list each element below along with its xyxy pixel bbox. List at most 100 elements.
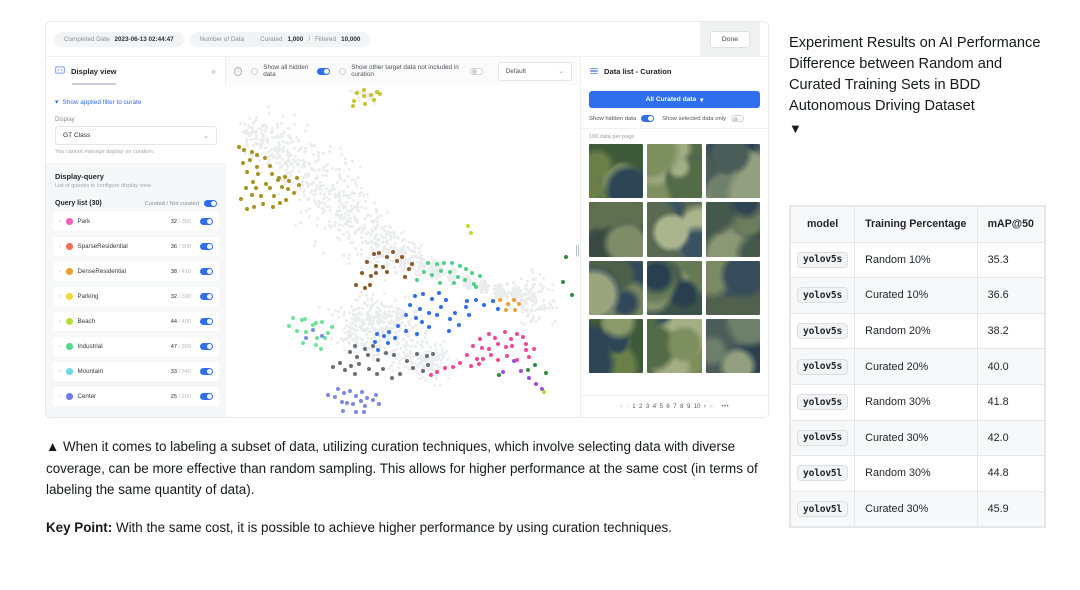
query-toggle[interactable] (200, 218, 213, 225)
scatter-point (339, 153, 343, 157)
data-thumbnail[interactable] (647, 144, 702, 199)
show-hidden-data-toggle[interactable] (641, 115, 655, 122)
panel-resize-handle[interactable] (575, 245, 579, 257)
chevron-right-icon[interactable]: › (59, 369, 61, 375)
scatter-point (304, 174, 308, 178)
scatter-point (526, 375, 531, 380)
pagination-page-2[interactable]: 2 (639, 404, 642, 410)
pagination-page-1[interactable]: 1 (632, 404, 635, 410)
query-list-item[interactable]: › Industrial 47 / 390 (53, 337, 219, 356)
scatter-point (269, 131, 273, 135)
query-list-item[interactable]: › Center 25 / 260 (53, 387, 219, 406)
pagination-page-4[interactable]: 4 (653, 404, 656, 410)
pagination-prev[interactable]: ‹ (627, 404, 629, 410)
data-thumbnail[interactable] (705, 318, 760, 374)
chevron-down-icon: ▾ (700, 96, 704, 104)
scatter-point (506, 295, 510, 299)
scatter-plot-canvas[interactable] (226, 85, 580, 417)
data-thumbnail[interactable] (647, 260, 702, 315)
table-row: yolov5s Curated 30% 42.0 (789, 419, 1046, 457)
scatter-point (367, 316, 371, 320)
query-toggle[interactable] (200, 243, 213, 250)
scatter-point (413, 249, 416, 253)
curated-master-toggle[interactable] (204, 200, 217, 207)
all-curated-data-label: All Curated data (645, 96, 697, 103)
pagination-page-5[interactable]: 5 (660, 404, 663, 410)
pagination-more[interactable]: ••• (721, 404, 729, 410)
chevron-right-icon[interactable]: › (59, 394, 61, 400)
show-selected-data-only-toggle[interactable] (731, 115, 745, 122)
chevron-right-icon[interactable]: › (59, 294, 61, 300)
show-applied-filter-button[interactable]: ▾ Show applied filter to curate (55, 98, 141, 107)
scatter-point (346, 256, 350, 260)
query-toggle[interactable] (200, 318, 213, 325)
show-all-hidden-data-option[interactable]: Show all hidden data (251, 64, 331, 78)
pagination-first[interactable]: « (620, 404, 623, 410)
query-name: Mountain (77, 368, 103, 375)
query-list-item[interactable]: › Beach 44 / 400 (53, 312, 219, 331)
data-thumbnail[interactable] (705, 144, 760, 199)
query-list-item[interactable]: › Mountain 33 / 340 (53, 362, 219, 381)
scatter-point (324, 205, 328, 208)
done-button[interactable]: Done (709, 30, 750, 48)
data-thumbnail[interactable] (589, 260, 644, 315)
show-other-target-data-option[interactable]: Show other target data not included in c… (339, 64, 483, 78)
show-hidden-data-option[interactable]: Show hidden data (589, 115, 655, 122)
pagination-page-9[interactable]: 9 (687, 404, 690, 410)
query-toggle[interactable] (200, 268, 213, 275)
scatter-point (413, 246, 417, 250)
class-color-dot (66, 318, 73, 325)
pagination-page-7[interactable]: 7 (673, 404, 676, 410)
scatter-point (311, 167, 315, 171)
preset-select[interactable]: Default ⌄ (497, 61, 572, 81)
data-thumbnail[interactable] (647, 202, 702, 257)
query-toggle[interactable] (200, 293, 213, 300)
scatter-point (453, 310, 457, 315)
data-thumbnail[interactable] (589, 144, 644, 199)
show-selected-data-only-option[interactable]: Show selected data only (662, 115, 745, 122)
scatter-point (416, 340, 419, 344)
chevron-right-icon[interactable]: › (59, 344, 61, 350)
display-label: Display (55, 117, 75, 123)
data-thumbnail[interactable] (705, 202, 760, 257)
pagination-page-3[interactable]: 3 (646, 404, 649, 410)
pagination-page-8[interactable]: 8 (680, 404, 683, 410)
query-list-item[interactable]: › DenseResidential 38 / 410 (53, 262, 219, 281)
scatter-point (378, 233, 382, 237)
query-toggle[interactable] (200, 368, 213, 375)
data-thumbnail[interactable] (589, 318, 644, 374)
pagination-next[interactable]: › (704, 404, 706, 410)
collapse-panel-icon[interactable]: « (212, 67, 216, 76)
scatter-point (550, 282, 554, 286)
pagination-page-10[interactable]: 10 (694, 404, 701, 410)
data-thumbnail[interactable] (647, 318, 702, 374)
data-thumbnail[interactable] (589, 202, 644, 257)
query-list-item[interactable]: › Parking 32 / 390 (53, 287, 219, 306)
table-head: model Training Percentage mAP@50 (789, 206, 1046, 243)
cell-training-percentage: Random 10% (854, 241, 978, 279)
info-icon[interactable]: i (234, 66, 243, 76)
show-other-target-data-toggle[interactable] (469, 67, 483, 75)
query-toggle[interactable] (200, 393, 213, 400)
chevron-right-icon[interactable]: › (59, 319, 61, 325)
query-toggle[interactable] (200, 343, 213, 350)
scatter-point (444, 350, 448, 354)
scatter-point (236, 144, 241, 149)
data-thumbnail[interactable] (705, 260, 760, 315)
chevron-right-icon[interactable]: › (59, 219, 61, 225)
all-curated-data-button[interactable]: All Curated data ▾ (589, 91, 760, 108)
scatter-point (403, 312, 408, 317)
pagination-last[interactable]: » (709, 404, 712, 410)
query-list-item[interactable]: › SparseResidential 36 / 300 (53, 237, 219, 256)
pagination-page-6[interactable]: 6 (666, 404, 669, 410)
chevron-right-icon[interactable]: › (59, 269, 61, 275)
show-all-hidden-data-toggle[interactable] (317, 67, 331, 75)
data-list-options: Show hidden data Show selected data only (581, 113, 768, 129)
gt-class-select[interactable]: GT Class ⌄ (55, 126, 217, 145)
scatter-point (254, 165, 259, 170)
scatter-point (383, 278, 387, 282)
display-view-tab[interactable]: Display view « (46, 57, 226, 85)
chevron-right-icon[interactable]: › (59, 244, 61, 250)
query-list-item[interactable]: › Park 32 / 350 (53, 212, 219, 231)
scatter-point (384, 232, 388, 236)
